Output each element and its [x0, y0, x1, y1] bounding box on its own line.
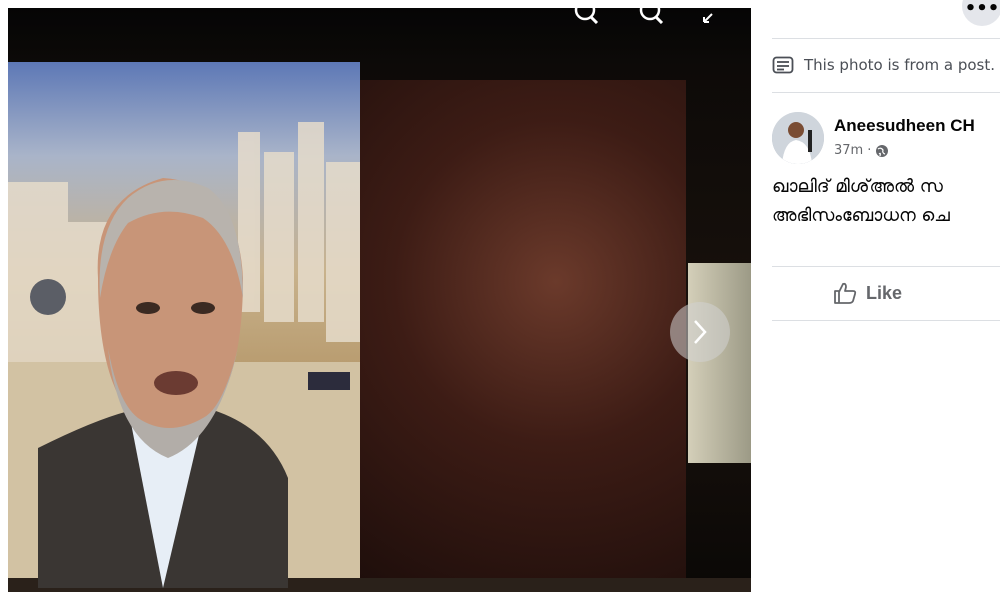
- post-time[interactable]: 37m: [834, 143, 863, 158]
- post-panel: ••• This photo is from a post. Aneesudhe…: [752, 0, 1000, 600]
- divider: [772, 38, 1000, 39]
- like-label: Like: [866, 282, 903, 303]
- zoom-out-icon[interactable]: [638, 8, 666, 25]
- post-notice-icon: [772, 56, 794, 74]
- chevron-right-icon: [694, 320, 707, 344]
- caption-line: ഖാലിദ് മിശ്അൽ സ: [772, 176, 943, 197]
- photo-notice[interactable]: This photo is from a post.: [772, 53, 995, 77]
- divider: [772, 320, 1000, 321]
- avatar[interactable]: [772, 112, 824, 164]
- post-caption: ഖാലിദ് മിശ്അൽ സ അഭിസംബോധന ചെ: [772, 172, 950, 230]
- like-button[interactable]: Like: [832, 280, 902, 306]
- next-photo-button[interactable]: [670, 302, 730, 362]
- fullscreen-icon[interactable]: [698, 8, 726, 24]
- photo-screen-right: [360, 80, 686, 584]
- globe-icon: [876, 144, 889, 157]
- thumbs-up-icon: [834, 282, 857, 304]
- stage-curtain: [688, 263, 751, 463]
- divider: [772, 92, 1000, 93]
- more-options-button[interactable]: •••: [962, 0, 1000, 26]
- zoom-in-icon[interactable]: [573, 8, 601, 25]
- meta-separator: ·: [867, 143, 872, 158]
- photo-notice-text: This photo is from a post.: [804, 56, 996, 74]
- author-name[interactable]: Aneesudheen CH: [834, 116, 975, 136]
- caption-line: അഭിസംബോധന ചെ: [772, 205, 950, 226]
- photo-viewer: [8, 8, 751, 592]
- post-meta: 37m ·: [834, 143, 889, 158]
- speaker-figure: [38, 178, 288, 588]
- divider: [772, 266, 1000, 267]
